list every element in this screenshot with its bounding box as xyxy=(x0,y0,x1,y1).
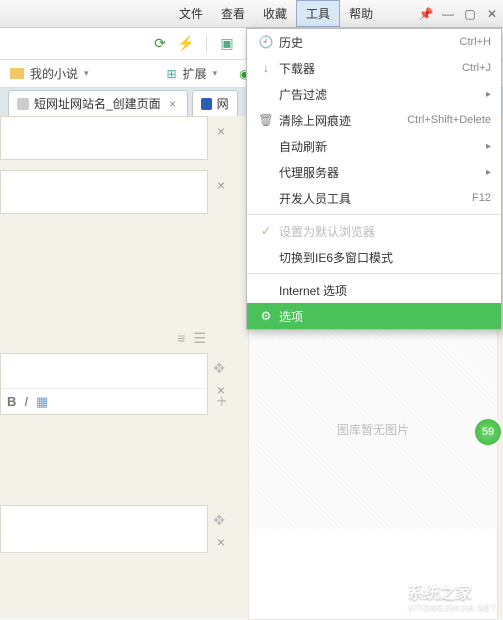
format-toolbar: B I ▦ + xyxy=(1,388,207,414)
menu-clear-data[interactable]: 🗑 清除上网痕迹 Ctrl+Shift+Delete xyxy=(247,107,501,133)
menu-separator xyxy=(247,273,501,274)
tab[interactable]: 短网址网站名_创建页面 × xyxy=(8,90,188,116)
submenu-arrow-icon: ▸ xyxy=(486,89,491,100)
editor-block[interactable]: ✥ × B I ▦ + xyxy=(0,353,208,415)
extensions-label[interactable]: 扩展 xyxy=(183,65,207,82)
extensions-icon[interactable]: ⊞ xyxy=(167,67,177,81)
shortcut: Ctrl+Shift+Delete xyxy=(407,114,491,126)
menu-options[interactable]: ⚙ 选项 xyxy=(247,303,501,329)
watermark: 系统之家 XITONGZHIJIA.NET xyxy=(364,578,497,612)
separator xyxy=(206,35,207,53)
submenu-arrow-icon: ▸ xyxy=(486,141,491,152)
refresh-icon[interactable]: ⟳ xyxy=(150,34,170,54)
shortcut: Ctrl+H xyxy=(460,36,491,48)
editor-block[interactable]: ✥ × xyxy=(0,505,208,553)
menu-set-default: ✓ 设置为默认浏览器 xyxy=(247,218,501,244)
close-window-button[interactable]: ✕ xyxy=(481,7,503,21)
menu-view[interactable]: 查看 xyxy=(212,0,254,27)
watermark-url: XITONGZHIJIA.NET xyxy=(408,603,497,612)
watermark-title: 系统之家 xyxy=(408,579,497,603)
menu-label: 自动刷新 xyxy=(275,138,486,155)
shortcut: Ctrl+J xyxy=(462,62,491,74)
image-button[interactable]: ▦ xyxy=(36,394,48,410)
add-block-icon[interactable]: + xyxy=(216,391,227,412)
editor-block[interactable]: × xyxy=(0,170,208,214)
gallery-placeholder: 图库暂无图片 xyxy=(249,329,497,529)
move-icon[interactable]: ✥ xyxy=(213,512,225,529)
menu-label: 切换到IE6多窗口模式 xyxy=(275,249,491,266)
folder-icon xyxy=(10,68,24,79)
menu-separator xyxy=(247,214,501,215)
check-icon: ✓ xyxy=(257,224,275,238)
tab[interactable]: 网 xyxy=(192,90,238,116)
gallery-panel: 图库暂无图片 59 xyxy=(248,300,498,620)
menu-label: 代理服务器 xyxy=(275,164,486,181)
menu-label: 历史 xyxy=(275,34,460,51)
block-close-icon[interactable]: × xyxy=(217,177,225,193)
menu-label: Internet 选项 xyxy=(275,282,491,299)
menu-label: 选项 xyxy=(275,308,491,325)
menu-autorefresh[interactable]: 自动刷新 ▸ xyxy=(247,133,501,159)
submenu-arrow-icon: ▸ xyxy=(486,167,491,178)
menu-file[interactable]: 文件 xyxy=(170,0,212,27)
block-close-icon[interactable]: × xyxy=(217,123,225,139)
menu-label: 清除上网痕迹 xyxy=(275,112,407,129)
dropdown-arrow-icon[interactable]: ▾ xyxy=(84,68,89,79)
menubar: 文件 查看 收藏 工具 帮助 📌 — ▢ ✕ xyxy=(0,0,503,28)
editor-pane: × × ≡ ☰ ✥ × B I ▦ + ✥ × xyxy=(0,116,232,618)
screenshot-icon[interactable]: ▣ xyxy=(217,34,237,54)
menu-devtools[interactable]: 开发人员工具 F12 xyxy=(247,185,501,211)
menu-adblock[interactable]: 广告过滤 ▸ xyxy=(247,81,501,107)
score-badge[interactable]: 59 xyxy=(473,417,503,447)
site-icon xyxy=(201,98,212,110)
menu-label: 广告过滤 xyxy=(275,86,486,103)
download-icon: ↓ xyxy=(257,61,275,75)
tools-menu: 🕘 历史 Ctrl+H ↓ 下载器 Ctrl+J 广告过滤 ▸ 🗑 清除上网痕迹… xyxy=(246,28,502,330)
site-icon xyxy=(17,98,29,110)
ordered-list-icon[interactable]: ≡ xyxy=(177,330,185,347)
unordered-list-icon[interactable]: ☰ xyxy=(193,330,206,347)
menu-favorites[interactable]: 收藏 xyxy=(254,0,296,27)
block-close-icon[interactable]: × xyxy=(217,534,225,550)
italic-button[interactable]: I xyxy=(24,394,28,409)
maximize-button[interactable]: ▢ xyxy=(459,7,481,21)
dropdown-arrow-icon[interactable]: ▾ xyxy=(213,68,218,79)
pin-button[interactable]: 📌 xyxy=(415,7,437,21)
move-icon[interactable]: ✥ xyxy=(213,360,225,377)
gear-icon: ⚙ xyxy=(257,309,275,323)
menu-label: 开发人员工具 xyxy=(275,190,472,207)
house-icon xyxy=(364,578,402,612)
editor-block[interactable]: × xyxy=(0,116,208,160)
bold-button[interactable]: B xyxy=(7,394,16,409)
minimize-button[interactable]: — xyxy=(437,7,459,21)
bolt-icon[interactable]: ⚡ xyxy=(176,34,196,54)
clock-icon: 🕘 xyxy=(257,35,275,49)
menu-tools[interactable]: 工具 xyxy=(296,0,340,27)
menu-proxy[interactable]: 代理服务器 ▸ xyxy=(247,159,501,185)
tab-title: 网 xyxy=(217,95,229,112)
menu-ie6-mode[interactable]: 切换到IE6多窗口模式 xyxy=(247,244,501,270)
menu-downloads[interactable]: ↓ 下载器 Ctrl+J xyxy=(247,55,501,81)
tab-close-icon[interactable]: × xyxy=(167,97,179,111)
menu-internet-options[interactable]: Internet 选项 xyxy=(247,277,501,303)
shortcut: F12 xyxy=(472,192,491,204)
menu-label: 下载器 xyxy=(275,60,462,77)
menu-history[interactable]: 🕘 历史 Ctrl+H xyxy=(247,29,501,55)
tab-title: 短网址网站名_创建页面 xyxy=(34,95,161,112)
bookmark-folder[interactable]: 我的小说 xyxy=(30,65,78,82)
list-style-toolbar: ≡ ☰ xyxy=(0,324,232,353)
menu-label: 设置为默认浏览器 xyxy=(275,223,491,240)
trash-icon: 🗑 xyxy=(257,113,275,127)
menu-help[interactable]: 帮助 xyxy=(340,0,382,27)
